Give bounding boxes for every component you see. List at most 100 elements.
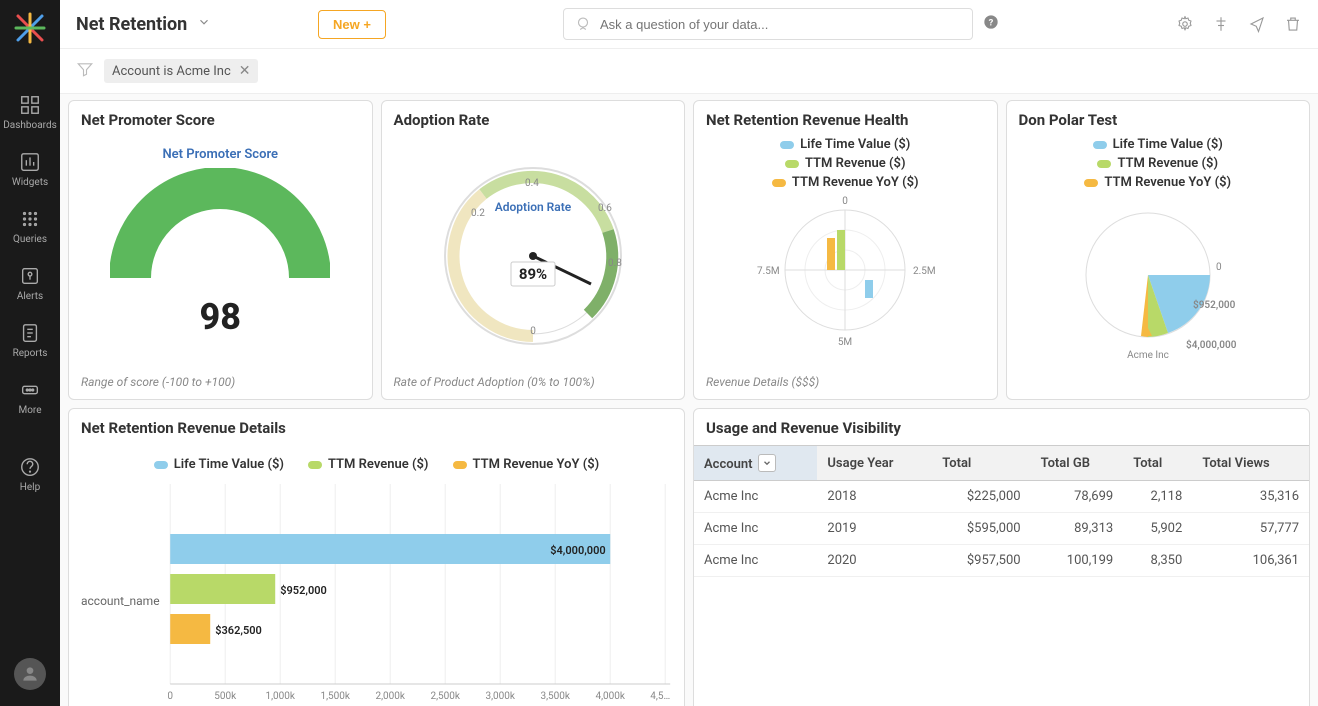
table-row[interactable]: Acme Inc 2019 $595,000 89,313 5,902 57,7… xyxy=(694,513,1309,545)
svg-text:0: 0 xyxy=(168,691,173,702)
svg-text:4,000k: 4,000k xyxy=(595,691,625,702)
card-revenue-details[interactable]: Net Retention Revenue Details Life Time … xyxy=(68,408,685,706)
search-help[interactable]: ? xyxy=(983,14,999,34)
svg-text:$952,000: $952,000 xyxy=(1193,298,1236,311)
nps-gauge xyxy=(110,168,330,288)
table-row[interactable]: Acme Inc 2020 $957,500 100,199 8,350 106… xyxy=(694,545,1309,577)
svg-text:4,5…: 4,5… xyxy=(650,691,670,702)
col-total-gb[interactable]: Total GB xyxy=(1031,446,1124,481)
nav-queries[interactable]: Queries xyxy=(0,198,60,255)
grid-icon xyxy=(19,94,41,116)
card-health[interactable]: Net Retention Revenue Health Life Time V… xyxy=(693,100,998,400)
svg-text:Acme Inc: Acme Inc xyxy=(1127,350,1169,360)
svg-text:3,500k: 3,500k xyxy=(540,691,570,702)
legend-label: Life Time Value ($) xyxy=(800,137,910,152)
trash-icon[interactable] xyxy=(1284,15,1302,33)
nav-reports[interactable]: Reports xyxy=(0,312,60,369)
nav-help[interactable]: Help xyxy=(0,446,60,503)
title-dropdown[interactable] xyxy=(197,15,211,33)
more-icon xyxy=(19,379,41,401)
card-usage-table[interactable]: Usage and Revenue Visibility Account Usa… xyxy=(693,408,1310,706)
nps-value: 98 xyxy=(199,296,241,338)
svg-text:3,000k: 3,000k xyxy=(485,691,515,702)
svg-text:$4,000,000: $4,000,000 xyxy=(550,544,605,557)
svg-text:0: 0 xyxy=(1216,262,1222,273)
queries-icon xyxy=(19,208,41,230)
svg-text:2,500k: 2,500k xyxy=(430,691,460,702)
bar-chart-icon xyxy=(19,151,41,173)
chevron-down-icon xyxy=(197,15,211,29)
legend-label: TTM Revenue ($) xyxy=(328,457,429,472)
nav-label: Dashboards xyxy=(3,120,57,131)
nav-label: Alerts xyxy=(17,291,43,302)
nav-label: Queries xyxy=(13,234,47,245)
svg-text:0.6: 0.6 xyxy=(598,203,612,214)
user-avatar[interactable] xyxy=(14,658,46,690)
legend-label: TTM Revenue ($) xyxy=(805,156,906,171)
sidebar: Dashboards Widgets Queries Alerts Report… xyxy=(0,0,60,706)
card-footer: Revenue Details ($$$) xyxy=(706,375,985,389)
svg-text:Adoption Rate: Adoption Rate xyxy=(495,200,572,214)
filter-chip-text: Account is Acme Inc xyxy=(112,64,231,79)
svg-text:1,000k: 1,000k xyxy=(265,691,295,702)
filter-row: Account is Acme Inc ✕ xyxy=(60,49,1318,94)
svg-text:1,500k: 1,500k xyxy=(320,691,350,702)
bar-chart: $4,000,000 $952,000 $362,500 0 500k 1,00… xyxy=(168,484,672,704)
filter-chip-remove[interactable]: ✕ xyxy=(239,63,251,79)
search-box[interactable] xyxy=(563,8,973,40)
legend-label: Life Time Value ($) xyxy=(1113,137,1223,152)
card-title: Don Polar Test xyxy=(1019,111,1298,129)
table-row[interactable]: Acme Inc 2018 $225,000 78,699 2,118 35,3… xyxy=(694,481,1309,513)
card-title: Adoption Rate xyxy=(394,111,673,129)
search-input[interactable] xyxy=(600,17,962,32)
sort-button[interactable] xyxy=(758,454,776,472)
topbar: Net Retention New + ? xyxy=(60,0,1318,49)
polar-chart: 0 2.5M 5M 7.5M xyxy=(745,190,945,350)
card-title: Net Retention Revenue Details xyxy=(81,419,672,437)
nav-label: Reports xyxy=(13,348,48,359)
svg-text:5M: 5M xyxy=(838,337,852,348)
share-icon[interactable] xyxy=(1248,15,1266,33)
svg-text:0: 0 xyxy=(530,326,536,337)
card-title: Net Retention Revenue Health xyxy=(706,111,985,129)
col-account[interactable]: Account xyxy=(694,446,817,481)
svg-text:0.8: 0.8 xyxy=(608,258,622,269)
nav-more[interactable]: More xyxy=(0,369,60,426)
card-adoption[interactable]: Adoption Rate Adoption Rate xyxy=(381,100,686,400)
user-icon xyxy=(20,664,40,684)
chevron-down-icon xyxy=(762,458,772,468)
page-title: Net Retention xyxy=(76,14,187,35)
nav-label: Help xyxy=(20,482,40,493)
legend-label: TTM Revenue YoY ($) xyxy=(473,457,600,472)
gear-icon[interactable] xyxy=(1176,15,1194,33)
logo xyxy=(14,12,46,44)
nav-widgets[interactable]: Widgets xyxy=(0,141,60,198)
legend-label: TTM Revenue YoY ($) xyxy=(1104,175,1231,190)
legend: Life Time Value ($) TTM Revenue ($) TTM … xyxy=(1019,137,1298,190)
funnel-icon[interactable] xyxy=(76,60,94,82)
question-icon: ? xyxy=(983,14,999,30)
nav-dashboards[interactable]: Dashboards xyxy=(0,84,60,141)
legend-label: TTM Revenue ($) xyxy=(1117,156,1218,171)
nps-label: Net Promoter Score xyxy=(162,147,278,162)
svg-text:2.5M: 2.5M xyxy=(913,266,936,277)
alert-icon xyxy=(19,265,41,287)
svg-text:7.5M: 7.5M xyxy=(757,266,780,277)
svg-text:0.4: 0.4 xyxy=(525,178,539,189)
card-polar-test[interactable]: Don Polar Test Life Time Value ($) TTM R… xyxy=(1006,100,1311,400)
table-header-row: Account Usage Year Total Total GB Total … xyxy=(694,446,1309,481)
nav-alerts[interactable]: Alerts xyxy=(0,255,60,312)
col-total2[interactable]: Total xyxy=(1123,446,1192,481)
dashboard-grid: Net Promoter Score Net Promoter Score 98… xyxy=(60,94,1318,706)
filter-icon[interactable] xyxy=(1212,15,1230,33)
col-views[interactable]: Total Views xyxy=(1192,446,1309,481)
new-button[interactable]: New + xyxy=(318,10,386,39)
usage-table: Account Usage Year Total Total GB Total … xyxy=(694,445,1309,577)
svg-text:0.2: 0.2 xyxy=(471,208,485,219)
col-year[interactable]: Usage Year xyxy=(817,446,932,481)
card-nps[interactable]: Net Promoter Score Net Promoter Score 98… xyxy=(68,100,373,400)
adoption-gauge: Adoption Rate 89% 0 0.2 0.4 0.6 0.8 xyxy=(433,156,633,356)
svg-text:$362,500: $362,500 xyxy=(215,624,262,637)
col-total[interactable]: Total xyxy=(932,446,1030,481)
filter-chip[interactable]: Account is Acme Inc ✕ xyxy=(104,59,258,83)
